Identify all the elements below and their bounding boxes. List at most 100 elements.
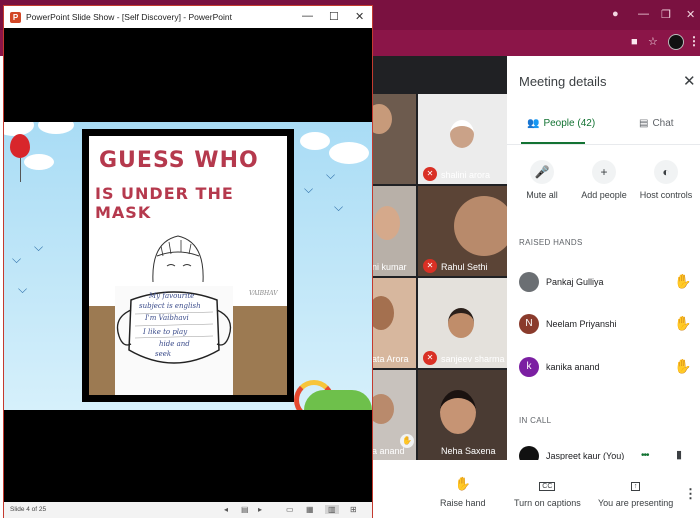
balloon-graphic (10, 134, 30, 158)
minimize-button[interactable]: — (302, 10, 313, 22)
powerpoint-logo-icon: P (10, 12, 21, 23)
mic-off-icon: ✕ (423, 167, 437, 181)
participant-tile[interactable]: a anand ✋ (372, 370, 416, 460)
handwriting-line: I'm Vaibhavi (145, 314, 189, 322)
present-icon: ↑ (598, 476, 673, 494)
participant-tile-shalini[interactable]: ✕ shalini arora (418, 94, 507, 184)
meeting-details-panel: Meeting details ✕ 👥 People (42) ▤ Chat 🎤 M… (507, 56, 700, 466)
participant-name: ata Arora (372, 354, 409, 364)
normal-view-icon[interactable]: ▭ (286, 505, 294, 514)
poster: GUESS WHO IS UNDER THE MASK My favourite… (87, 134, 289, 397)
participant-name: sanjeev sharma (441, 354, 505, 364)
powerpoint-titlebar: P PowerPoint Slide Show - [Self Discover… (4, 6, 372, 28)
host-controls-button[interactable]: ◐ Host controls (631, 160, 700, 200)
powerpoint-window: P PowerPoint Slide Show - [Self Discover… (3, 5, 373, 518)
bird-graphic: ⌵ (34, 240, 44, 254)
add-people-button[interactable]: + Add people (569, 160, 639, 200)
participant-tile-sanjeev[interactable]: ✕ sanjeev sharma (418, 278, 507, 368)
bird-graphic: ⌵ (304, 182, 314, 196)
participant-tile[interactable] (372, 94, 416, 184)
participant-name: ni kumar (372, 262, 407, 272)
captions-label: Turn on captions (514, 498, 581, 508)
participant-tile-neha[interactable]: Neha Saxena (418, 370, 507, 460)
close-browser-icon[interactable]: ✕ (686, 8, 695, 21)
captions-icon: CC (514, 476, 581, 494)
tab-people-label: People (42) (543, 118, 596, 129)
participant-name: Pankaj Gulliya (546, 277, 604, 287)
avatar: k (519, 357, 539, 377)
powerpoint-statusbar: Slide 4 of 25 ◂ ▤ ▸ ▭ ▦ ▥ ⊞ (4, 502, 372, 518)
grass-graphic (304, 390, 372, 410)
previous-slide-icon[interactable]: ◂ (224, 505, 228, 514)
participant-name: shalini arora (441, 170, 491, 180)
close-button[interactable]: ✕ (355, 10, 364, 23)
add-person-icon: + (592, 160, 616, 184)
participant-name: Rahul Sethi (441, 262, 488, 272)
add-people-label: Add people (581, 190, 627, 200)
lower-hand-icon[interactable]: ✋ (674, 273, 691, 290)
participant-tile-rahul[interactable]: ✕ Rahul Sethi (418, 186, 507, 276)
participant-name: Neha Saxena (441, 446, 496, 456)
slideshow-view-icon[interactable]: ⊞ (350, 505, 357, 514)
bird-graphic: ⌵ (326, 168, 336, 182)
lower-hand-icon[interactable]: ✋ (674, 315, 691, 332)
divider (507, 144, 700, 145)
participant-name: a anand (372, 446, 405, 456)
minimize-browser-icon[interactable]: — (638, 8, 649, 20)
bird-graphic: ⌵ (18, 282, 28, 296)
people-icon: 👥 (527, 118, 540, 129)
handwriting-line: I like to play (143, 328, 188, 336)
avatar (519, 272, 539, 292)
raise-hand-button[interactable]: ✋ Raise hand (440, 476, 486, 508)
participant-tile[interactable]: ni kumar (372, 186, 416, 276)
video-icon[interactable]: ■ (631, 36, 638, 48)
toggle-icon: ◐ (654, 160, 678, 184)
more-options-icon[interactable]: ⋮ (684, 486, 697, 502)
lower-hand-icon[interactable]: ✋ (674, 358, 691, 375)
maximize-button[interactable]: ☐ (329, 10, 339, 23)
close-icon[interactable]: ✕ (683, 72, 696, 90)
mute-all-button[interactable]: 🎤 Mute all (507, 160, 577, 200)
browser-menu-icon[interactable]: ⋮ (688, 34, 700, 48)
avatar: N (519, 314, 539, 334)
tab-chat[interactable]: ▤ Chat (639, 118, 674, 146)
balloon-string (20, 158, 21, 182)
slide-heading-line2: IS UNDER THE MASK (95, 184, 234, 222)
bird-graphic: ⌵ (334, 200, 344, 214)
profile-avatar[interactable] (668, 34, 684, 50)
participant-tile[interactable]: ata Arora (372, 278, 416, 368)
artist-initials: VAIBHAV (249, 290, 278, 297)
picture-frame: GUESS WHO IS UNDER THE MASK My favourite… (82, 129, 294, 402)
tab-chat-label: Chat (652, 118, 674, 129)
list-item[interactable]: Pankaj Gulliya ✋ (519, 268, 691, 296)
slide-menu-icon[interactable]: ▤ (241, 505, 249, 514)
slide-sorter-icon[interactable]: ▦ (306, 505, 314, 514)
presenting-button[interactable]: ↑ You are presenting (598, 476, 673, 508)
mic-off-icon: ✕ (423, 351, 437, 365)
reading-view-icon[interactable]: ▥ (325, 505, 339, 514)
raised-hands-heading: RAISED HANDS (519, 238, 583, 247)
window-title: PowerPoint Slide Show - [Self Discovery]… (26, 12, 232, 22)
participant-name: kanika anand (546, 362, 600, 372)
slide-heading-line1: GUESS WHO (99, 148, 259, 173)
hand-raised-icon: ✋ (400, 434, 414, 448)
participant-name: Neelam Priyanshi (546, 319, 617, 329)
star-icon[interactable]: ☆ (648, 35, 658, 48)
chat-icon: ▤ (639, 118, 649, 129)
panel-title: Meeting details (519, 74, 607, 89)
meet-bottom-toolbar: ✋ Raise hand CC Turn on captions ↑ You a… (372, 460, 700, 525)
captions-button[interactable]: CC Turn on captions (514, 476, 581, 508)
handwriting-line: My favourite (149, 292, 195, 300)
slide-indicator: Slide 4 of 25 (10, 506, 47, 513)
hand-icon: ✋ (454, 476, 471, 491)
next-slide-icon[interactable]: ▸ (258, 505, 262, 514)
restore-browser-icon[interactable]: ❐ (661, 8, 671, 21)
mute-all-label: Mute all (526, 190, 558, 200)
list-item[interactable]: N Neelam Priyanshi ✋ (519, 310, 691, 338)
slide-content: ⌵ ⌵ ⌵ ⌵ ⌵ ⌵ GUESS WHO IS UNDER THE MASK (4, 122, 372, 410)
mic-off-icon: 🎤 (530, 160, 554, 184)
handwriting-line: seek (155, 350, 172, 358)
list-item[interactable]: k kanika anand ✋ (519, 353, 691, 381)
location-icon[interactable]: ● (612, 8, 619, 20)
bird-graphic: ⌵ (12, 252, 22, 266)
